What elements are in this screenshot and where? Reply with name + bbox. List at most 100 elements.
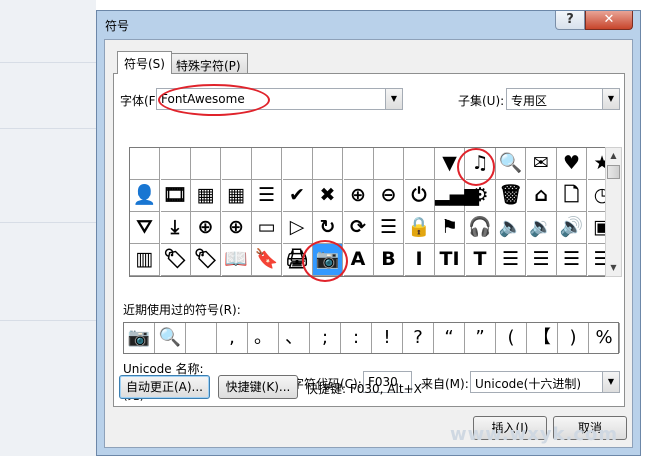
symbol-dialog: 符号 ? ✕ 符号(S) 特殊字符(P) 字体(F): FontAwesome … [96, 10, 641, 456]
recent-symbol[interactable]: ! [372, 323, 403, 353]
scroll-down-icon[interactable]: ▼ [606, 260, 621, 276]
recent-symbol[interactable]: ) [558, 323, 589, 353]
symbol-cell[interactable]: 🔍 [496, 148, 526, 180]
shortcut-key-button[interactable]: 快捷键(K)... [218, 375, 298, 399]
recent-symbol[interactable]: 【 [527, 323, 558, 353]
subset-select[interactable]: 专用区 ▼ [506, 88, 620, 110]
symbol-cell[interactable]: 🏷 [191, 244, 221, 276]
symbol-cell[interactable]: ⊕ [191, 212, 221, 244]
symbol-cell[interactable]: 🗑 [496, 180, 526, 212]
symbol-cell[interactable]: ✖ [313, 180, 343, 212]
recent-symbol[interactable] [186, 323, 217, 353]
recent-symbol[interactable]: ” [465, 323, 496, 353]
symbol-cell[interactable]: 🔉 [526, 212, 557, 244]
symbol-cell[interactable]: 🔒 [404, 212, 435, 244]
recent-symbol[interactable]: “ [434, 323, 465, 353]
symbol-cell[interactable]: ⌂ [526, 180, 557, 212]
symbol-cell[interactable] [191, 148, 221, 180]
recent-symbol[interactable]: : [341, 323, 372, 353]
symbol-cell[interactable] [221, 148, 252, 180]
symbol-cell[interactable]: ☰ [557, 244, 587, 276]
symbol-cell[interactable]: 🗋 [557, 180, 587, 212]
chevron-down-icon[interactable]: ▼ [385, 89, 402, 109]
symbol-cell[interactable]: ⟳ [343, 212, 374, 244]
recent-symbol[interactable]: ? [403, 323, 434, 353]
recent-symbol[interactable]: % [589, 323, 620, 353]
recent-symbol[interactable]: , [217, 323, 248, 353]
symbol-cell[interactable]: ⤓ [160, 212, 191, 244]
recent-symbol[interactable]: 📷 [124, 323, 155, 353]
symbol-cell[interactable]: ☰ [526, 244, 557, 276]
from-select[interactable]: Unicode(十六进制) ▼ [470, 371, 620, 393]
symbol-cell[interactable]: 🏷 [160, 244, 191, 276]
symbol-cell[interactable]: ▼ [435, 148, 465, 180]
subset-value: 专用区 [511, 94, 548, 108]
symbol-cell[interactable]: ↻ [313, 212, 343, 244]
recent-symbol[interactable]: 🔍 [155, 323, 186, 353]
symbol-grid[interactable]: ▼ ♫ 🔍 ✉ ♥ ★ 👤 🎞 ▦ ▦ ☰ ✔ ✖ ⊕ ⊖ ⏻ ▂▄▆ ⚙ 🗑 ⌂ 🗋 ◷ ⛛ ⤓ ⊕ ⊕ ▭ ▷ ↻ ⟳ ☰ 🔒 ⚑ 🎧 🔈 🔉 🔊 ▣… [129, 147, 619, 277]
symbol-cell[interactable]: ⚙ [465, 180, 496, 212]
chevron-down-icon[interactable]: ▼ [602, 89, 619, 109]
symbol-cell[interactable] [160, 148, 191, 180]
symbol-cell[interactable]: 🔈 [496, 212, 526, 244]
symbol-cell[interactable]: 👤 [130, 180, 160, 212]
symbol-cell[interactable] [282, 148, 313, 180]
symbol-cell[interactable]: 🔊 [557, 212, 587, 244]
recent-symbol[interactable]: ; [310, 323, 341, 353]
symbol-cell[interactable]: ⏻ [404, 180, 435, 212]
tab-special-characters[interactable]: 特殊字符(P) [169, 53, 248, 74]
symbol-cell[interactable]: 🎧 [465, 212, 496, 244]
scroll-thumb[interactable] [607, 165, 620, 179]
symbol-cell[interactable]: ☰ [496, 244, 526, 276]
symbol-cell[interactable] [252, 148, 282, 180]
symbol-cell[interactable]: 🎞 [160, 180, 191, 212]
symbol-cell[interactable]: ♫ [465, 148, 496, 180]
symbol-cell[interactable] [343, 148, 374, 180]
symbol-cell[interactable]: ♥ [557, 148, 587, 180]
symbol-cell[interactable]: ⊕ [343, 180, 374, 212]
recent-label: 近期使用过的符号(R): [123, 303, 241, 317]
symbol-cell[interactable]: ☰ [252, 180, 282, 212]
recent-symbol[interactable]: 。 [248, 323, 279, 353]
symbol-cell[interactable]: 🔖 [252, 244, 282, 276]
symbol-cell[interactable] [313, 148, 343, 180]
symbol-cell[interactable]: B [374, 244, 404, 276]
symbol-cell[interactable]: ⛛ [130, 212, 160, 244]
scroll-up-icon[interactable]: ▲ [606, 148, 621, 164]
tab-symbols[interactable]: 符号(S) [117, 51, 172, 74]
symbol-cell[interactable]: ⚑ [435, 212, 465, 244]
symbol-cell[interactable]: ✔ [282, 180, 313, 212]
symbol-cell[interactable] [374, 148, 404, 180]
symbol-cell[interactable]: ▭ [252, 212, 282, 244]
symbol-cell[interactable]: ☰ [374, 212, 404, 244]
symbol-cell[interactable]: A [343, 244, 374, 276]
symbol-cell[interactable]: ▦ [191, 180, 221, 212]
symbol-cell[interactable]: 📷 [313, 244, 343, 276]
close-button[interactable]: ✕ [585, 11, 633, 30]
symbol-cell[interactable]: ▥ [130, 244, 160, 276]
symbol-cell[interactable]: ⊖ [374, 180, 404, 212]
symbol-cell[interactable]: 📖 [221, 244, 252, 276]
symbol-cell[interactable] [130, 148, 160, 180]
symbol-cell[interactable]: ▂▄▆ [435, 180, 479, 212]
dialog-title: 符号 [105, 19, 130, 33]
symbol-cell[interactable]: ▷ [282, 212, 313, 244]
autocorrect-button[interactable]: 自动更正(A)... [119, 375, 210, 399]
symbol-cell[interactable]: T [465, 244, 496, 276]
symbol-cell[interactable]: 🖨 [282, 244, 313, 276]
symbols-panel: 字体(F): FontAwesome ▼ 子集(U): 专用区 ▼ ▼ ♫ 🔍 ✉ ♥ ★… [113, 73, 625, 407]
symbol-cell[interactable]: TI [435, 244, 465, 276]
help-button[interactable]: ? [555, 11, 585, 30]
symbol-cell[interactable]: ▦ [221, 180, 252, 212]
symbol-cell[interactable]: I [404, 244, 435, 276]
symbol-cell[interactable] [404, 148, 435, 180]
font-select[interactable]: FontAwesome ▼ [156, 88, 403, 110]
dialog-client: 符号(S) 特殊字符(P) 字体(F): FontAwesome ▼ 子集(U)… [104, 39, 633, 448]
symbol-cell[interactable]: ✉ [526, 148, 557, 180]
recent-symbol[interactable]: 、 [279, 323, 310, 353]
chevron-down-icon[interactable]: ▼ [602, 372, 619, 392]
recent-symbols[interactable]: 📷 🔍,。、;:!? “”(【)% [123, 322, 620, 354]
symbol-cell[interactable]: ⊕ [221, 212, 252, 244]
symbol-grid-scrollbar[interactable]: ▲ ▼ [605, 147, 622, 277]
recent-symbol[interactable]: ( [496, 323, 527, 353]
